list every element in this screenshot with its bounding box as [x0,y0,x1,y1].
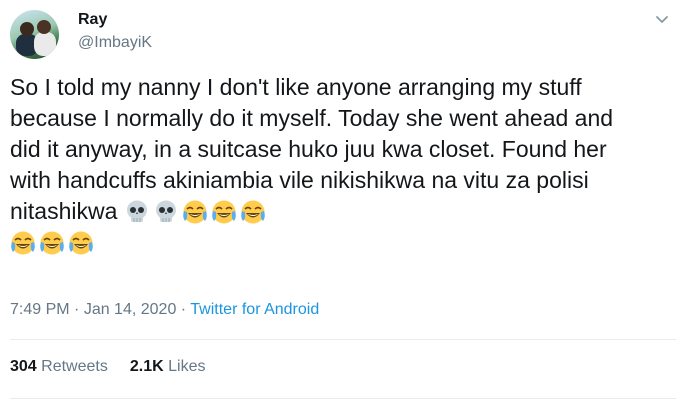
tweet-card: Ray @ImbayiK So I told my nanny I don't … [0,0,686,407]
chevron-down-icon[interactable] [654,13,670,27]
meta-separator: · [69,301,84,318]
author-handle[interactable]: @ImbayiK [78,34,152,52]
emoji-row-2 [10,229,97,255]
tweet-stats: 304 Retweets 2.1K Likes [10,358,205,376]
emoji-row-1 [124,198,269,224]
joy-emoji-icon [182,200,207,224]
joy-emoji-icon [211,200,236,224]
likes-count: 2.1K [129,358,164,375]
author-name[interactable]: Ray [78,11,107,29]
joy-emoji-icon [40,231,64,255]
avatar[interactable] [10,10,59,59]
joy-emoji-icon [11,231,35,255]
tweet-meta: 7:49 PM · Jan 14, 2020 · Twitter for And… [10,301,319,319]
retweets-count: 304 [10,358,37,375]
tweet-source-link[interactable]: Twitter for Android [190,301,319,318]
joy-emoji-icon [69,231,93,255]
likes-stat[interactable]: 2.1K Likes [130,358,206,375]
retweets-stat[interactable]: 304 Retweets [10,358,108,375]
tweet-text: So I told my nanny I don't like anyone a… [10,74,620,224]
tweet-text-block: So I told my nanny I don't like anyone a… [10,72,650,258]
divider [10,398,676,399]
likes-label: Likes [168,358,206,375]
skull-emoji-icon [155,200,176,222]
skull-emoji-icon [126,200,147,222]
meta-separator: · [176,301,191,318]
retweets-label: Retweets [41,358,108,375]
divider [10,339,676,340]
joy-emoji-icon [240,200,265,224]
tweet-date[interactable]: Jan 14, 2020 [84,301,177,318]
tweet-time[interactable]: 7:49 PM [10,301,70,318]
